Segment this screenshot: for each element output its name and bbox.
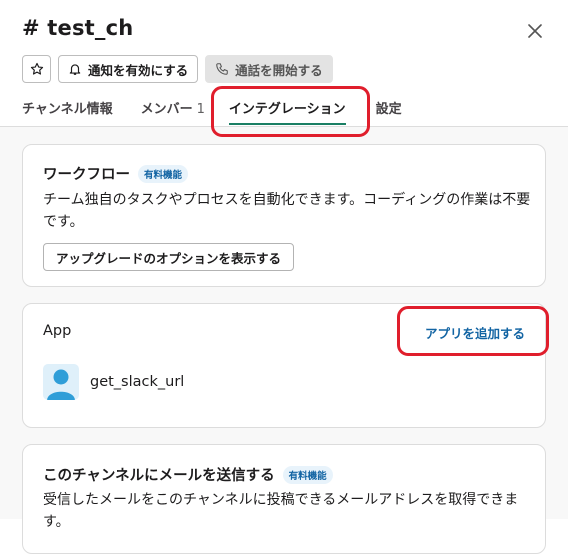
email-title: このチャンネルにメールを送信する 有料機能	[43, 464, 333, 485]
start-call-button[interactable]: 通話を開始する	[205, 55, 333, 83]
tab-settings[interactable]: 設定	[376, 98, 402, 126]
tab-channel-info-label: チャンネル情報	[22, 102, 113, 117]
close-icon	[528, 24, 542, 38]
tab-members[interactable]: メンバー 1	[141, 98, 205, 126]
email-title-text: このチャンネルにメールを送信する	[43, 468, 275, 484]
channel-title: # test_ch	[22, 16, 134, 40]
tab-settings-label: 設定	[375, 102, 402, 117]
paid-feature-badge: 有料機能	[282, 465, 333, 484]
start-call-label: 通話を開始する	[235, 62, 323, 78]
tab-members-count: 1	[196, 102, 205, 117]
enable-notifications-label: 通知を有効にする	[88, 62, 189, 78]
workflow-title-text: ワークフロー	[43, 167, 130, 183]
bell-icon	[68, 62, 82, 76]
phone-icon	[215, 62, 229, 76]
app-section-label: App	[43, 323, 72, 339]
annotation-highlight-add-app	[397, 306, 549, 356]
app-list-item[interactable]: get_slack_url	[43, 364, 184, 400]
email-card: このチャンネルにメールを送信する 有料機能 受信したメールをこのチャンネルに投稿…	[22, 444, 546, 554]
enable-notifications-button[interactable]: 通知を有効にする	[58, 55, 199, 83]
tab-channel-info[interactable]: チャンネル情報	[22, 98, 113, 126]
star-button[interactable]	[22, 55, 51, 83]
close-button[interactable]	[520, 16, 550, 46]
annotation-highlight-tab	[211, 86, 370, 137]
workflow-description: チーム独自のタスクやプロセスを自動化できます。コーディングの作業は不要です。	[43, 192, 531, 230]
email-description: 受信したメールをこのチャンネルに投稿できるメールアドレスを取得できます。	[43, 492, 519, 530]
workflow-title: ワークフロー 有料機能	[43, 163, 189, 184]
tab-members-label: メンバー	[140, 102, 193, 117]
paid-feature-badge: 有料機能	[138, 164, 189, 183]
channel-action-buttons: 通知を有効にする 通話を開始する	[22, 55, 333, 83]
app-name: get_slack_url	[90, 374, 185, 390]
star-icon	[30, 62, 44, 76]
view-upgrade-options-button[interactable]: アップグレードのオプションを表示する	[43, 243, 295, 271]
workflow-card: ワークフロー 有料機能 チーム独自のタスクやプロセスを自動化できます。コーディン…	[22, 144, 546, 287]
user-avatar-icon	[43, 364, 79, 400]
